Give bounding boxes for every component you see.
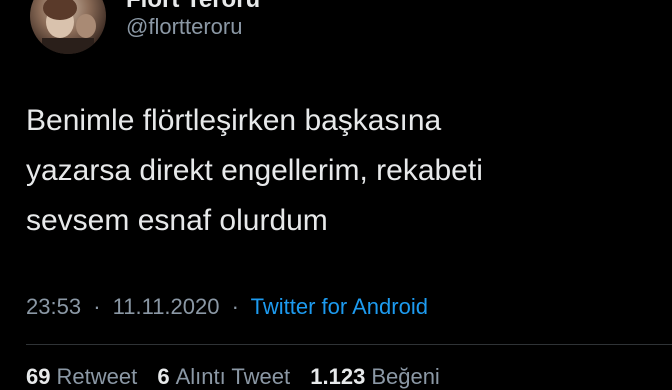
tweet-stats: 69 Retweet 6 Alıntı Tweet 1.123 Beğeni [26,364,454,390]
meta-separator: · [93,294,101,319]
tweet-text-line: Benimle flörtleşirken başkasına [26,104,442,137]
likes-count: 1.123 [310,364,366,389]
tweet-text: Benimle flörtleşirken başkasına yazarsa … [26,96,646,246]
likes-stat[interactable]: 1.123 Beğeni [310,364,440,389]
quotes-label: Alıntı Tweet [175,364,291,389]
tweet-text-line: sevsem esnaf olurdum [26,204,328,237]
tweet-time[interactable]: 23:53 [26,294,81,319]
tweet-source-link[interactable]: Twitter for Android [251,294,428,319]
retweets-stat[interactable]: 69 Retweet [26,364,143,389]
tweet-text-line: yazarsa direkt engellerim, rekabeti [26,154,483,187]
user-handle[interactable]: @flortteroru [126,14,242,40]
divider [26,344,672,345]
meta-separator: · [231,294,239,319]
likes-label: Beğeni [371,364,440,389]
retweets-count: 69 [26,364,51,389]
avatar[interactable] [30,0,106,54]
quotes-stat[interactable]: 6 Alıntı Tweet [157,364,296,389]
tweet-meta: 23:53 · 11.11.2020 · Twitter for Android [26,294,428,320]
avatar-image [42,0,96,54]
tweet-card: Flört Terörü @flortteroru Benimle flörtl… [0,0,672,389]
display-name[interactable]: Flört Terörü [126,0,260,14]
tweet-date[interactable]: 11.11.2020 [113,294,220,319]
retweets-label: Retweet [56,364,138,389]
quotes-count: 6 [157,364,170,389]
